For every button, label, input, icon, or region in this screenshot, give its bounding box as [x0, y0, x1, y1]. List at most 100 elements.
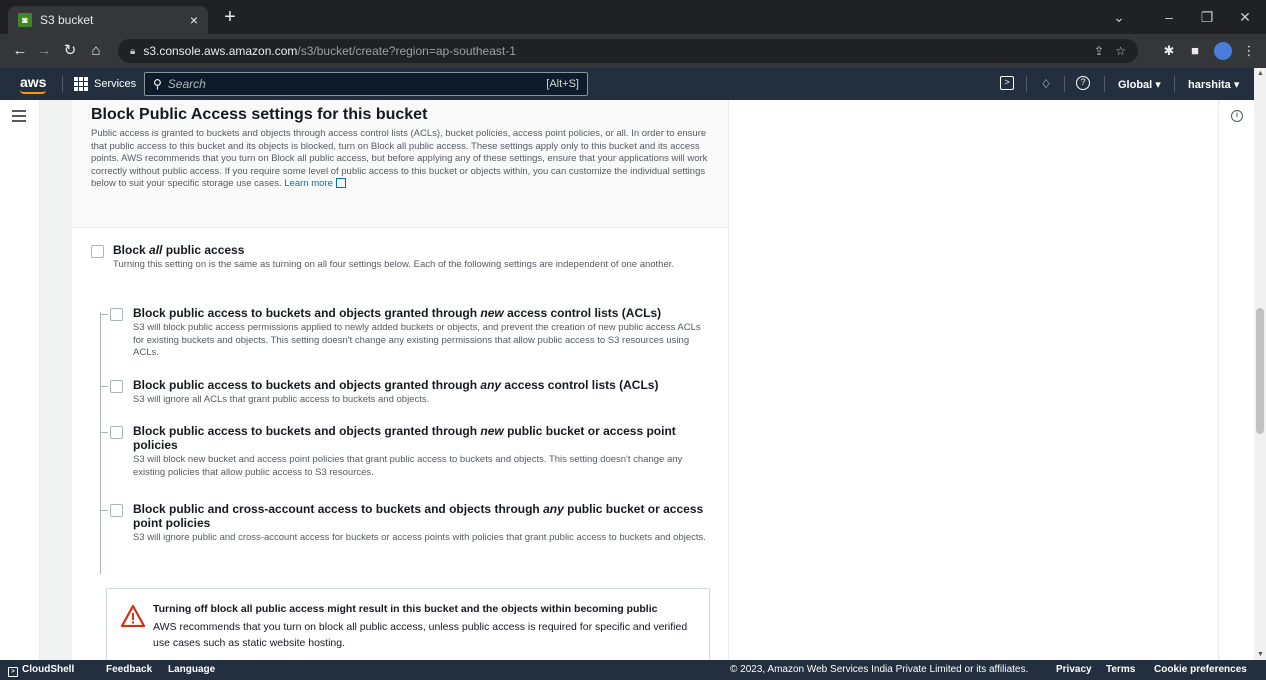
search-placeholder: Search [167, 77, 206, 91]
aws-logo[interactable]: aws [20, 74, 46, 90]
tab-title: S3 bucket [40, 13, 94, 27]
profile-avatar[interactable] [1214, 42, 1232, 60]
title-part: Block public and cross-account access to… [133, 502, 544, 516]
any-acls-checkbox[interactable] [110, 380, 123, 393]
section-description-text: Public access is granted to buckets and … [91, 128, 708, 189]
scroll-down-arrow-icon[interactable]: ▼ [1257, 651, 1264, 658]
cloudshell-icon[interactable]: > [1000, 76, 1014, 90]
reload-icon[interactable]: ↻ [60, 41, 80, 61]
aws-footer: > CloudShell Feedback Language © 2023, Am… [0, 660, 1266, 680]
account-menu[interactable]: harshita ▾ [1188, 78, 1239, 91]
services-label: Services [94, 78, 137, 90]
url-host: s3.console.aws.amazon.com [143, 44, 298, 58]
any-acls-description: S3 will ignore all ACLs that grant publi… [133, 394, 430, 405]
any-acls-option: Block public access to buckets and objec… [133, 378, 713, 407]
browser-tab[interactable]: ◙ S3 bucket × [8, 6, 208, 34]
tree-branch [100, 432, 108, 433]
browser-toolbar: ← → ↻ ⌂ 🔒︎ s3.console.aws.amazon.com /s3… [0, 34, 1266, 68]
aws-search-input[interactable]: ⚲ Search [Alt+S] [144, 72, 588, 96]
public-access-warning: Turning off block all public access migh… [106, 588, 710, 660]
title-emphasis: any [543, 502, 564, 516]
minimize-button[interactable]: ‒ [1150, 0, 1188, 34]
cloudshell-label: CloudShell [22, 664, 75, 675]
region-selector[interactable]: Global ▾ [1118, 78, 1161, 91]
cookie-preferences-link[interactable]: Cookie preferences [1154, 664, 1247, 675]
block-all-checkbox[interactable] [91, 245, 104, 258]
browser-tab-bar: ◙ S3 bucket × + ⌄ ‒ ❐ ✕ [0, 0, 1266, 34]
block-public-access-panel: Block Public Access settings for this bu… [72, 100, 728, 660]
title-part: access control lists (ACLs) [503, 306, 662, 320]
scroll-up-arrow-icon[interactable]: ▲ [1257, 70, 1264, 77]
extensions-puzzle-icon[interactable]: ✱ [1160, 42, 1178, 60]
tree-branch [100, 386, 108, 387]
help-icon[interactable]: ? [1076, 76, 1090, 90]
title-part: Block public access to buckets and objec… [133, 378, 481, 392]
any-policies-option: Block public and cross-account access to… [133, 502, 713, 545]
title-part: public access [162, 243, 245, 257]
title-part: Block public access to buckets and objec… [133, 424, 481, 438]
block-all-title: Block all public access [113, 243, 713, 257]
close-window-button[interactable]: ✕ [1226, 0, 1264, 34]
new-policies-title: Block public access to buckets and objec… [133, 424, 713, 452]
title-emphasis: new [480, 424, 504, 438]
tab-close-icon[interactable]: × [190, 12, 198, 28]
services-grid-icon [74, 77, 88, 91]
nav-divider [1104, 76, 1105, 92]
scrollbar-thumb[interactable] [1256, 308, 1264, 434]
new-policies-option: Block public access to buckets and objec… [133, 424, 713, 479]
new-tab-button[interactable]: + [218, 6, 242, 30]
new-acls-title: Block public access to buckets and objec… [133, 306, 713, 320]
block-all-description: Turning this setting on is the same as t… [113, 259, 675, 270]
back-arrow-icon[interactable]: ← [10, 41, 30, 61]
title-emphasis: new [480, 306, 504, 320]
sidepanel-icon[interactable]: ■ [1186, 42, 1204, 60]
tree-connector [100, 312, 101, 574]
privacy-link[interactable]: Privacy [1056, 664, 1092, 675]
warning-title: Turning off block all public access migh… [153, 603, 658, 615]
address-bar[interactable]: 🔒︎ s3.console.aws.amazon.com /s3/bucket/… [118, 39, 1138, 63]
cloudshell-footer-icon: > [8, 667, 18, 677]
section-title: Block Public Access settings for this bu… [91, 106, 428, 123]
nav-divider [62, 76, 63, 92]
tab-search-icon[interactable]: ⌄ [1100, 0, 1138, 34]
info-icon[interactable]: i [1231, 110, 1243, 122]
nav-divider [1064, 76, 1065, 92]
url-path: /s3/bucket/create?region=ap-southeast-1 [297, 44, 516, 58]
page-scrollbar[interactable]: ▲ ▼ [1254, 68, 1266, 660]
cloudshell-footer-link[interactable]: > CloudShell [8, 664, 74, 677]
block-all-option: Block all public access Turning this set… [113, 243, 713, 272]
nav-divider [1174, 76, 1175, 92]
terms-link[interactable]: Terms [1106, 664, 1135, 675]
notifications-bell-icon[interactable]: ♢ [1038, 76, 1054, 92]
share-icon[interactable]: ⇪ [1094, 44, 1104, 58]
aws-top-nav: aws Services ⚲ Search [Alt+S] > ♢ ? Glob… [0, 68, 1266, 100]
tree-branch [100, 510, 108, 511]
learn-more-link[interactable]: Learn more [284, 178, 333, 189]
hamburger-menu-icon[interactable] [12, 110, 26, 125]
title-part: Block [113, 243, 150, 257]
info-panel-rail: i [1218, 100, 1254, 660]
new-policies-checkbox[interactable] [110, 426, 123, 439]
new-acls-checkbox[interactable] [110, 308, 123, 321]
home-icon[interactable]: ⌂ [86, 41, 106, 61]
browser-menu-icon[interactable]: ⋮ [1240, 42, 1258, 60]
new-policies-description: S3 will block new bucket and access poin… [133, 454, 683, 478]
title-part: Block public access to buckets and objec… [133, 306, 481, 320]
lock-icon: 🔒︎ [130, 45, 136, 57]
services-menu-button[interactable]: Services [74, 77, 136, 91]
tree-branch [100, 314, 108, 315]
any-policies-description: S3 will ignore public and cross-account … [133, 532, 706, 543]
section-description: Public access is granted to buckets and … [91, 128, 709, 191]
warning-triangle-icon [121, 605, 145, 627]
new-acls-option: Block public access to buckets and objec… [133, 306, 713, 360]
forward-arrow-icon[interactable]: → [34, 41, 54, 61]
new-acls-description: S3 will block public access permissions … [133, 322, 701, 358]
language-link[interactable]: Language [168, 664, 215, 675]
any-policies-title: Block public and cross-account access to… [133, 502, 713, 530]
restore-button[interactable]: ❐ [1188, 0, 1226, 34]
any-policies-checkbox[interactable] [110, 504, 123, 517]
bookmark-star-icon[interactable]: ☆ [1115, 44, 1126, 58]
feedback-link[interactable]: Feedback [106, 664, 152, 675]
any-acls-title: Block public access to buckets and objec… [133, 378, 713, 392]
warning-description: AWS recommends that you turn on block al… [153, 621, 688, 649]
